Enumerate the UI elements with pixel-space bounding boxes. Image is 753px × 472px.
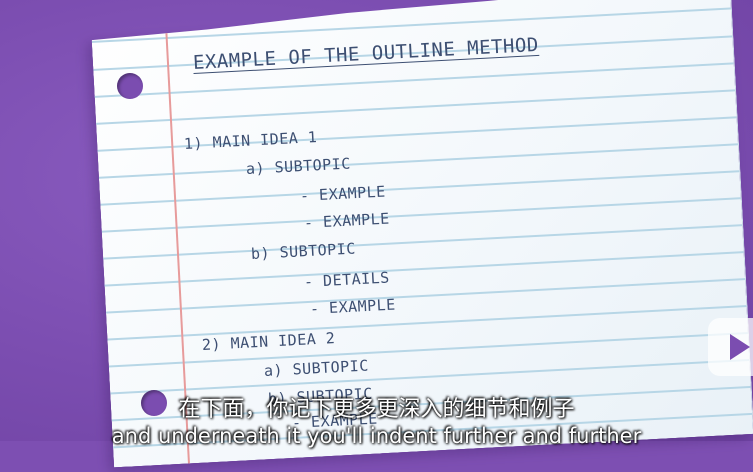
video-badge[interactable] xyxy=(708,318,753,376)
subtitle-chinese: 在下面，你记下更多更深入的细节和例子 xyxy=(178,397,575,422)
subtitle-english: and underneath it you'll indent further … xyxy=(111,424,642,448)
play-icon xyxy=(730,334,750,360)
binder-hole-top xyxy=(117,73,143,99)
